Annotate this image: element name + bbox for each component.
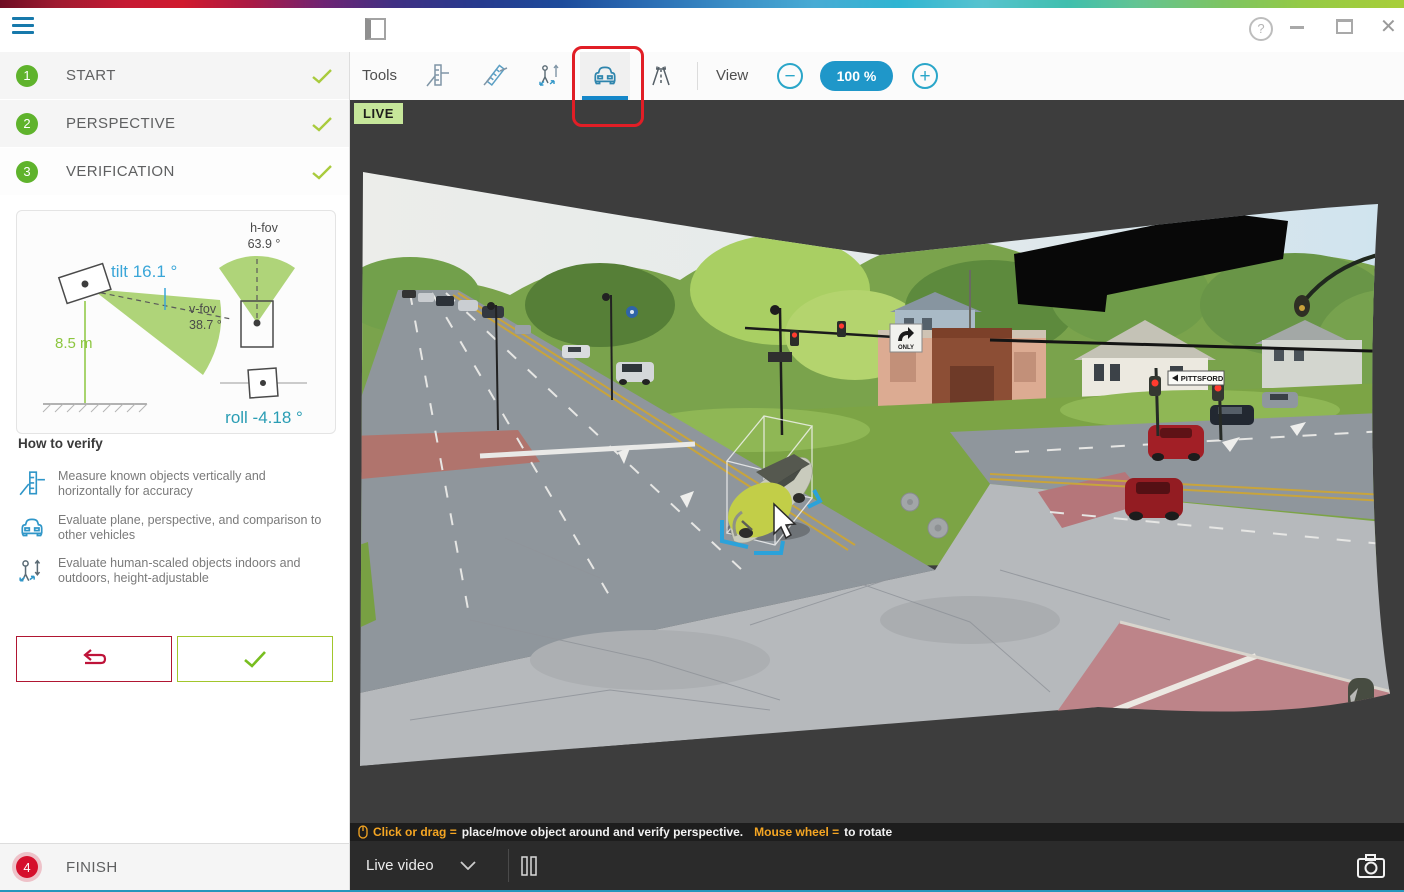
close-button[interactable]: ✕ [1380,14,1397,40]
camera-scene: ONLY PITTSFORD [350,100,1404,823]
car-icon [18,514,46,542]
finish-number-badge: 4 [16,856,38,878]
maximize-button[interactable] [1336,19,1353,34]
main-area: Tools [350,52,1404,890]
turn-sign-text: ONLY [898,345,914,351]
step-number-badge: 1 [16,65,38,87]
verification-actions [16,636,333,682]
wheel-hint-label: Mouse wheel = [754,825,839,839]
click-hint-text: place/move object around and verify pers… [462,825,743,839]
step-check-icon [311,116,333,132]
person-scale-icon [18,557,46,585]
step-number-badge: 3 [16,161,38,183]
view-label: View [716,52,748,100]
step-row-finish[interactable]: 4 FINISH [0,843,349,890]
step-row-start[interactable]: 1 START [0,52,349,99]
step-label: PERSPECTIVE [66,115,311,132]
brand-stripe [0,0,1404,8]
verify-item-measure: Measure known objects vertically and hor… [18,469,336,500]
mouse-icon [358,825,368,839]
tool-measure-vertical-button[interactable] [412,52,462,100]
step-check-icon [311,68,333,84]
step-row-verification[interactable]: 3 VERIFICATION [0,148,349,195]
step-row-perspective[interactable]: 2 PERSPECTIVE [0,100,349,147]
street-sign-text: PITTSFORD [1181,374,1224,383]
tool-person-scale-button[interactable] [525,52,575,100]
step-number-badge: 2 [16,113,38,135]
step-label: START [66,67,311,84]
step-check-icon [311,164,333,180]
tilt-value: tilt 16.1 ° [111,262,177,281]
video-source-select[interactable]: Live video [366,841,476,890]
undo-button[interactable] [16,636,172,682]
vertical-ruler-icon [424,63,450,89]
confirm-button[interactable] [177,636,333,682]
angled-ruler-icon [482,63,508,89]
instruction-bar: Click or drag = place/move object around… [350,823,1404,841]
app-window: ? ✕ 1 START 2 PERSPECTIVE 3 VERIFICATION [0,0,1404,892]
video-source-label: Live video [366,857,434,874]
pause-icon [520,856,538,876]
panel-toggle-icon[interactable] [365,18,386,40]
road-tool-icon [648,63,674,89]
verify-item-text: Measure known objects vertically and hor… [58,469,326,500]
vehicle-tool-icon [591,62,619,90]
tools-label: Tools [362,52,397,100]
ruler-icon [18,470,46,498]
video-canvas[interactable]: ONLY PITTSFORD [350,100,1404,823]
titlebar: ? ✕ [0,8,1404,52]
chevron-down-icon [460,861,476,870]
vfov-label: v-fov [189,302,217,316]
snapshot-button[interactable] [1356,853,1386,884]
finish-label: FINISH [66,859,333,876]
camera-geometry-diagram: 8.5 m tilt 16.1 ° v-fov 38.7 ° h-fov 63.… [16,210,336,434]
zoom-out-button[interactable]: − [777,63,803,89]
vfov-value: 38.7 ° [189,318,222,332]
hamburger-menu-button[interactable] [12,17,34,38]
roll-value: roll -4.18 ° [225,408,303,427]
minimize-button[interactable] [1290,26,1304,29]
undo-arrow-icon [79,648,109,670]
tool-measure-angled-button[interactable] [470,52,520,100]
control-bar-divider [508,849,509,882]
tools-toolbar: Tools [350,52,1404,100]
verify-item-person: Evaluate human-scaled objects indoors an… [18,556,336,587]
mount-height-value: 8.5 m [55,335,93,352]
toolbar-divider [697,62,698,90]
zoom-in-button[interactable]: + [912,63,938,89]
wheel-hint-text: to rotate [844,825,892,839]
verify-item-text: Evaluate human-scaled objects indoors an… [58,556,326,587]
pause-button[interactable] [520,856,538,881]
tool-vehicle-button[interactable] [580,52,630,100]
zoom-level-badge[interactable]: 100 % [820,61,893,91]
step-label: VERIFICATION [66,163,311,180]
help-button[interactable]: ? [1249,17,1273,41]
click-hint-label: Click or drag = [373,825,457,839]
live-badge: LIVE [354,103,403,124]
video-control-bar: Live video [350,841,1404,890]
person-scale-icon [537,63,563,89]
wizard-sidebar: 1 START 2 PERSPECTIVE 3 VERIFICATION [0,52,350,890]
verify-item-vehicle: Evaluate plane, perspective, and compari… [18,513,336,544]
how-to-verify-section: How to verify Measure known objects vert… [18,436,336,600]
tool-road-button[interactable] [636,52,686,100]
camera-snapshot-icon [1356,853,1386,879]
confirm-check-icon [242,649,268,669]
how-to-verify-heading: How to verify [18,436,336,451]
verify-item-text: Evaluate plane, perspective, and compari… [58,513,326,544]
hfov-value: 63.9 ° [248,237,281,251]
hfov-label: h-fov [250,221,279,235]
